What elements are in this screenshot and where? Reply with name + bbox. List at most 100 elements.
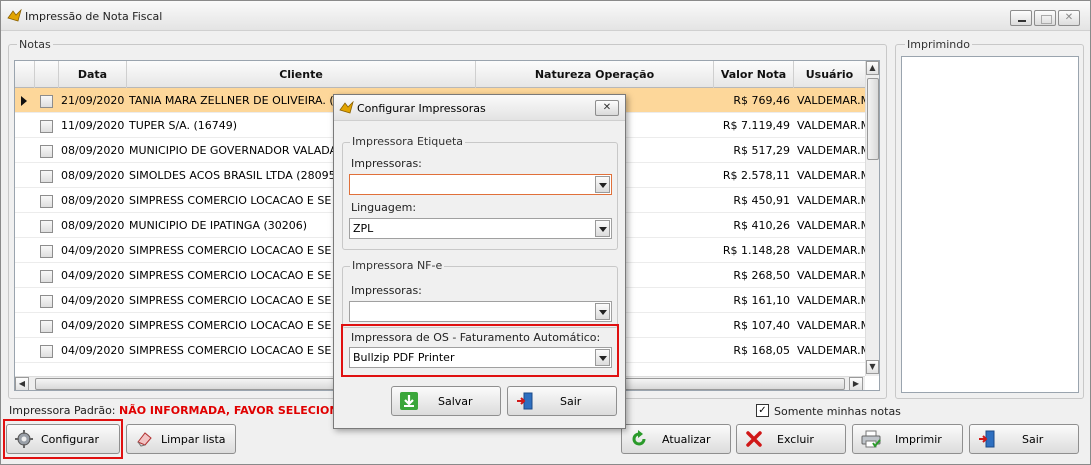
row-indicator-header [15,61,35,88]
cell-usuario: VALDEMAR.M [797,219,865,232]
check-header [35,61,59,88]
only-my-notes-checkbox[interactable]: ✓ [756,404,769,417]
exit-door-icon [978,430,996,448]
os-printer-label: Impressora de OS - Faturamento Automátic… [351,331,601,344]
cell-data: 04/09/2020 [61,319,125,332]
chevron-down-icon[interactable] [595,176,610,193]
maximize-button[interactable] [1034,10,1056,26]
close-button[interactable]: ✕ [1058,10,1080,26]
atualizar-button[interactable]: Atualizar [621,424,731,454]
limpar-lista-button[interactable]: Limpar lista [126,424,236,454]
row-checkbox[interactable] [40,295,53,308]
nfe-printers-label: Impressoras: [351,284,422,297]
atualizar-label: Atualizar [662,432,711,446]
salvar-button[interactable]: Salvar [391,386,501,416]
excluir-button[interactable]: Excluir [736,424,846,454]
nfe-printer-group-label: Impressora NF-e [350,259,445,272]
table-header: Data Cliente Natureza Operação Valor Not… [15,61,865,88]
language-select[interactable]: ZPL [349,218,612,239]
row-checkbox[interactable] [40,320,53,333]
cell-data: 21/09/2020 [61,94,125,107]
header-cliente[interactable]: Cliente [127,61,476,88]
os-printer-select[interactable]: Bullzip PDF Printer [349,347,612,368]
refresh-icon [630,430,648,448]
cell-valor: R$ 410,26 [733,219,790,232]
cell-usuario: VALDEMAR.M [797,169,865,182]
row-checkbox[interactable] [40,145,53,158]
header-natureza[interactable]: Natureza Operação [476,61,714,88]
cell-data: 08/09/2020 [61,219,125,232]
chevron-down-icon[interactable] [595,220,610,237]
delete-icon [745,430,763,448]
row-checkbox[interactable] [40,120,53,133]
scroll-thumb[interactable] [867,78,879,160]
nfe-printers-select[interactable] [349,301,612,322]
label-printer-group-label: Impressora Etiqueta [350,135,466,148]
cell-valor: R$ 107,40 [733,319,790,332]
cell-usuario: VALDEMAR.M [797,294,865,307]
row-checkbox[interactable] [40,345,53,358]
language-value: ZPL [353,222,374,235]
cell-valor: R$ 2.578,11 [722,169,790,182]
excluir-label: Excluir [777,432,814,446]
label-printers-select[interactable] [349,174,612,195]
only-my-notes-label: Somente minhas notas [774,405,901,418]
row-checkbox[interactable] [40,220,53,233]
scroll-left-icon[interactable]: ◀ [15,377,29,390]
title-bar: Impressão de Nota Fiscal ✕ [1,1,1090,31]
cell-usuario: VALDEMAR.M [797,269,865,282]
row-checkbox[interactable] [40,170,53,183]
dialog-title: Configurar Impressoras [357,102,486,115]
imprimir-button[interactable]: Imprimir [852,424,963,454]
scroll-down-icon[interactable]: ▼ [866,360,879,374]
window-title: Impressão de Nota Fiscal [25,10,163,23]
cell-data: 08/09/2020 [61,144,125,157]
main-window: Impressão de Nota Fiscal ✕ Notas Imprimi… [0,0,1091,465]
cell-data: 08/09/2020 [61,169,125,182]
label-printers-label: Impressoras: [351,157,422,170]
header-usuario[interactable]: Usuário [794,61,865,88]
vertical-scrollbar[interactable]: ▲ ▼ [865,61,879,376]
limpar-label: Limpar lista [161,432,226,446]
cell-valor: R$ 268,50 [733,269,790,282]
notes-group-label: Notas [17,38,53,51]
cell-valor: R$ 7.119,49 [722,119,790,132]
dialog-title-bar: Configurar Impressoras ✕ [334,95,625,121]
app-logo-icon [7,9,22,22]
chevron-down-icon[interactable] [595,303,610,320]
configure-printers-dialog: Configurar Impressoras ✕ Impressora Etiq… [333,94,626,429]
exit-door-icon [516,392,534,410]
row-checkbox[interactable] [40,270,53,283]
row-checkbox[interactable] [40,195,53,208]
row-checkbox[interactable] [40,245,53,258]
header-data[interactable]: Data [59,61,127,88]
header-valor[interactable]: Valor Nota [714,61,794,88]
cell-data: 04/09/2020 [61,244,125,257]
language-label: Linguagem: [351,201,417,214]
salvar-label: Salvar [438,394,473,408]
cell-data: 04/09/2020 [61,344,125,357]
minimize-button[interactable] [1010,10,1032,26]
cell-valor: R$ 168,05 [733,344,790,357]
cell-data: 04/09/2020 [61,269,125,282]
dialog-sair-button[interactable]: Sair [507,386,617,416]
sair-button[interactable]: Sair [969,424,1079,454]
default-printer-label: Impressora Padrão: [9,404,116,417]
os-printer-value: Bullzip PDF Printer [353,351,455,364]
cell-data: 11/09/2020 [61,119,125,132]
cell-usuario: VALDEMAR.M [797,144,865,157]
printing-group-label: Imprimindo [905,38,972,51]
cell-valor: R$ 1.148,28 [722,244,790,257]
scroll-up-icon[interactable]: ▲ [866,61,879,75]
dialog-sair-label: Sair [560,394,582,408]
chevron-down-icon[interactable] [595,349,610,366]
cell-valor: R$ 769,46 [733,94,790,107]
cell-data: 08/09/2020 [61,194,125,207]
app-logo-icon [339,101,354,114]
cell-usuario: VALDEMAR.M [797,194,865,207]
printing-list[interactable] [901,56,1079,393]
dialog-close-button[interactable]: ✕ [595,100,619,116]
scroll-right-icon[interactable]: ▶ [849,377,863,390]
row-checkbox[interactable] [40,95,53,108]
cell-valor: R$ 517,29 [733,144,790,157]
